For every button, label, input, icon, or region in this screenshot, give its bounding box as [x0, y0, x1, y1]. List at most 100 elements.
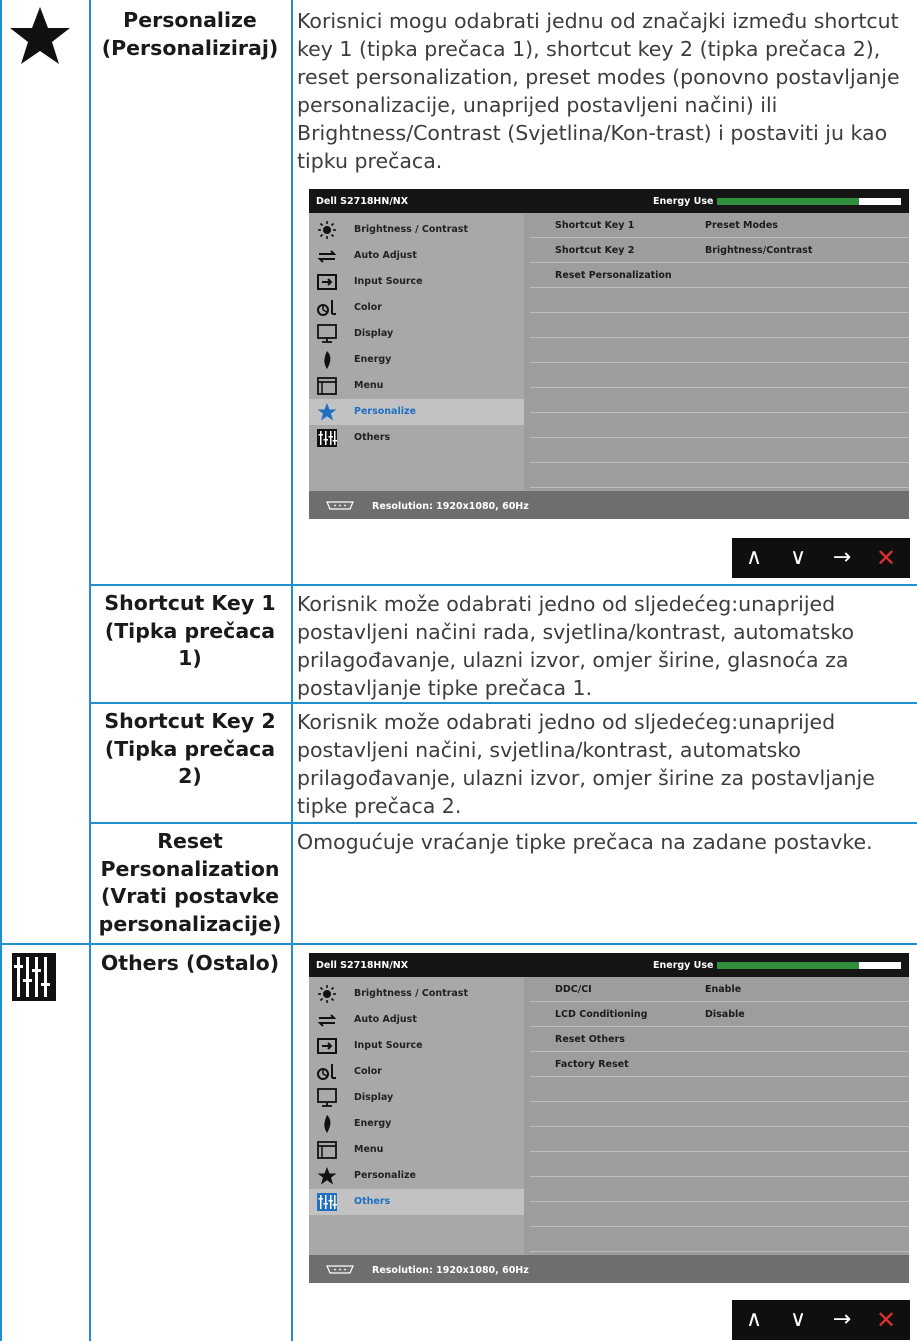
- osd-empty-row: [530, 1102, 909, 1127]
- osd-screenshot-others: Dell S2718HN/NX Energy Use Brightness / …: [309, 953, 909, 1283]
- table-border-left: [0, 0, 2, 1341]
- osd-menu-item[interactable]: Personalize: [309, 1163, 524, 1189]
- osd-empty-row: [530, 338, 909, 363]
- row-description-reset-personalization: Omogućuje vraćanje tipke prečaca na zada…: [297, 830, 873, 854]
- sliders-icon: [12, 953, 56, 1001]
- brightness-icon: [316, 220, 338, 240]
- display-icon: [316, 324, 338, 344]
- osd-menu-item[interactable]: Auto Adjust: [309, 243, 524, 269]
- row-description-shortcut-key-1: Korisnik može odabrati jedno od sljedeće…: [297, 592, 855, 700]
- osd-option-row[interactable]: Factory Reset: [530, 1052, 909, 1077]
- nav-up-button[interactable]: ∧: [732, 538, 776, 578]
- osd-energy-fill: [717, 962, 859, 969]
- osd-menu-item-label: Others: [354, 432, 391, 443]
- menu-icon: [316, 376, 338, 396]
- row-label-shortcut-key-2: Shortcut Key 2 (Tipka prečaca 2): [104, 709, 276, 788]
- osd-menu-item-label: Auto Adjust: [354, 1014, 417, 1025]
- nav-up-button[interactable]: ∧: [732, 1300, 776, 1340]
- osd-option-row[interactable]: DDC/CI Enable: [530, 977, 909, 1002]
- osd-nav-buttons: ∧ ∨ → ✕: [732, 1300, 910, 1340]
- nav-down-button[interactable]: ∨: [776, 1300, 820, 1340]
- menu-icon: [316, 1140, 338, 1160]
- osd-menu-item-label: Energy: [354, 1118, 392, 1129]
- osd-main-menu: Brightness / Contrast Auto Adjust Input So…: [309, 213, 524, 491]
- osd-empty-row: [530, 463, 909, 488]
- osd-menu-item-label: Personalize: [354, 406, 416, 417]
- osd-footer: Resolution: 1920x1080, 60Hz: [309, 1255, 909, 1283]
- osd-option-row[interactable]: Reset Personalization: [530, 263, 909, 288]
- nav-down-button[interactable]: ∨: [776, 538, 820, 578]
- osd-menu-item-label: Display: [354, 1092, 394, 1103]
- osd-menu-item[interactable]: Color: [309, 295, 524, 321]
- osd-option-row[interactable]: Reset Others: [530, 1027, 909, 1052]
- row-label-personalize: Personalize (Personaliziraj): [101, 8, 279, 60]
- row-label-others: Others (Ostalo): [100, 951, 280, 975]
- osd-option-row[interactable]: Shortcut Key 1 Preset Modes: [530, 213, 909, 238]
- energy-icon: [316, 1114, 338, 1134]
- osd-menu-item-label: Input Source: [354, 276, 423, 287]
- osd-screenshot-personalize: Dell S2718HN/NX Energy Use Brightness / …: [309, 189, 909, 519]
- osd-option-value: Enable: [705, 984, 742, 995]
- osd-main-menu: Brightness / Contrast Auto Adjust Input So…: [309, 977, 524, 1255]
- osd-menu-item-label: Color: [354, 302, 382, 313]
- table-border-icon-col: [89, 0, 91, 1341]
- input-source-icon: [316, 1036, 338, 1056]
- osd-menu-item[interactable]: Display: [309, 1085, 524, 1111]
- osd-energy-label: Energy Use: [653, 196, 714, 207]
- osd-energy-bar: [717, 962, 901, 969]
- input-source-icon: [316, 272, 338, 292]
- sliders-icon: [316, 1192, 338, 1212]
- osd-menu-item[interactable]: Display: [309, 321, 524, 347]
- osd-menu-item-label: Brightness / Contrast: [354, 224, 468, 235]
- osd-option-label: Reset Others: [555, 1034, 625, 1045]
- osd-resolution: Resolution: 1920x1080, 60Hz: [372, 1265, 529, 1276]
- osd-menu-item[interactable]: Others: [309, 1189, 524, 1215]
- osd-empty-row: [530, 388, 909, 413]
- vga-connector-icon: [326, 501, 354, 510]
- osd-header: Dell S2718HN/NX Energy Use: [309, 189, 909, 213]
- nav-close-button[interactable]: ✕: [864, 1300, 908, 1340]
- osd-empty-row: [530, 1202, 909, 1227]
- osd-energy-bar: [717, 198, 901, 205]
- osd-menu-item[interactable]: Auto Adjust: [309, 1007, 524, 1033]
- osd-menu-item-label: Display: [354, 328, 394, 339]
- row-description-personalize: Korisnici mogu odabrati jednu od značajk…: [297, 9, 900, 173]
- osd-menu-item-label: Personalize: [354, 1170, 416, 1181]
- osd-option-label: Reset Personalization: [555, 270, 672, 281]
- auto-adjust-icon: [316, 1010, 338, 1030]
- osd-option-row[interactable]: LCD Conditioning Disable: [530, 1002, 909, 1027]
- osd-empty-row: [530, 1077, 909, 1102]
- osd-empty-row: [530, 363, 909, 388]
- osd-menu-item[interactable]: Color: [309, 1059, 524, 1085]
- color-icon: [316, 298, 338, 318]
- osd-menu-item[interactable]: Input Source: [309, 1033, 524, 1059]
- osd-menu-item-label: Menu: [354, 380, 384, 391]
- osd-option-row[interactable]: Shortcut Key 2 Brightness/Contrast: [530, 238, 909, 263]
- osd-empty-row: [530, 413, 909, 438]
- osd-menu-item[interactable]: Menu: [309, 1137, 524, 1163]
- nav-close-button[interactable]: ✕: [864, 538, 908, 578]
- osd-menu-item[interactable]: Brightness / Contrast: [309, 981, 524, 1007]
- osd-menu-item[interactable]: Others: [309, 425, 524, 451]
- osd-menu-item[interactable]: Personalize: [309, 399, 524, 425]
- osd-menu-item[interactable]: Menu: [309, 373, 524, 399]
- star-icon: [316, 402, 338, 422]
- sliders-icon: [316, 428, 338, 448]
- osd-menu-item-label: Input Source: [354, 1040, 423, 1051]
- osd-menu-item-label: Color: [354, 1066, 382, 1077]
- nav-right-button[interactable]: →: [820, 538, 864, 578]
- table-border-label-col: [291, 0, 293, 1341]
- osd-menu-item[interactable]: Energy: [309, 1111, 524, 1137]
- osd-option-value: Disable: [705, 1009, 745, 1020]
- nav-right-button[interactable]: →: [820, 1300, 864, 1340]
- osd-menu-item[interactable]: Energy: [309, 347, 524, 373]
- row-description-shortcut-key-2: Korisnik može odabrati jedno od sljedeće…: [297, 710, 875, 818]
- osd-option-label: Factory Reset: [555, 1059, 629, 1070]
- osd-model-name: Dell S2718HN/NX: [316, 960, 409, 971]
- osd-empty-row: [530, 288, 909, 313]
- star-icon: [10, 7, 70, 64]
- osd-menu-item[interactable]: Brightness / Contrast: [309, 217, 524, 243]
- osd-option-value: Brightness/Contrast: [705, 245, 813, 256]
- osd-menu-item[interactable]: Input Source: [309, 269, 524, 295]
- osd-option-label: Shortcut Key 1: [555, 220, 635, 231]
